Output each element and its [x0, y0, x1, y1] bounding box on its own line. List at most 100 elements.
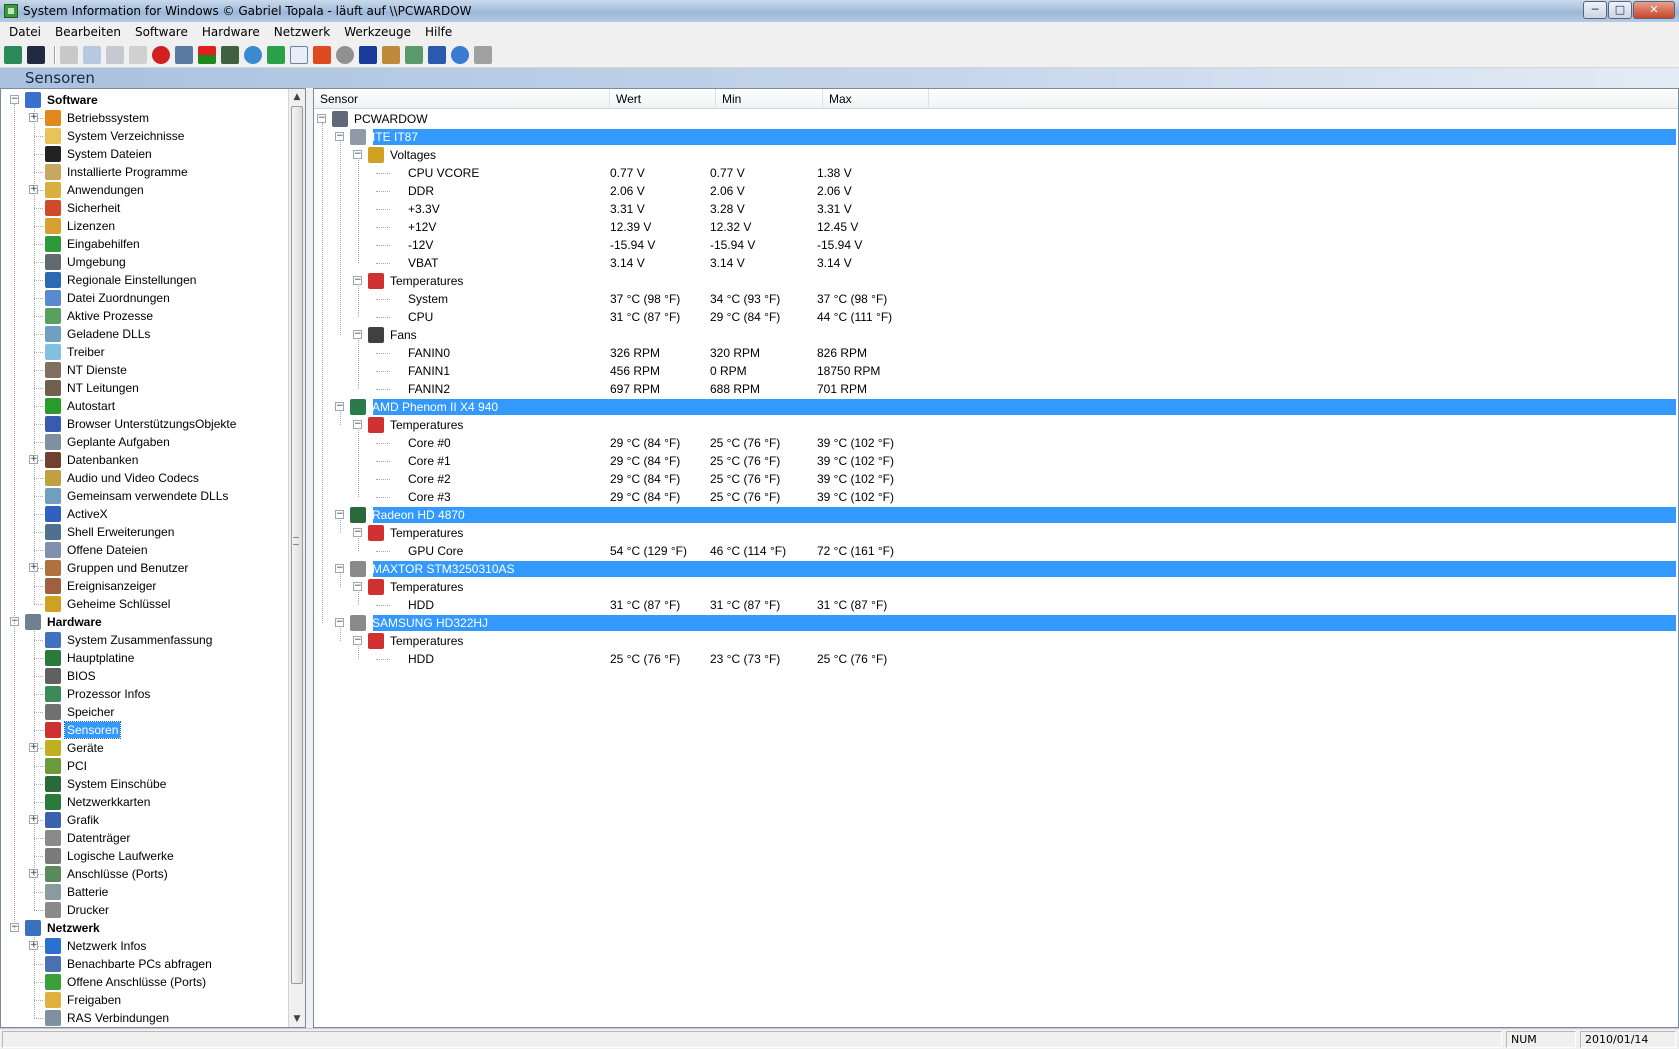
menu-werkzeuge[interactable]: Werkzeuge [337, 22, 418, 42]
tree-item-netzwerkkarten[interactable]: Netzwerkkarten [1, 793, 289, 811]
tree-item-anschlüsse-ports[interactable]: + Anschlüsse (Ports) [1, 865, 289, 883]
sensor-row-core-1[interactable]: Core #1 29 °C (84 °F) 25 °C (76 °F) 39 °C (… [314, 452, 1678, 470]
menu-software[interactable]: Software [128, 22, 195, 42]
sensor-row-vbat[interactable]: VBAT 3.14 V 3.14 V 3.14 V [314, 254, 1678, 272]
tree-group-hardware[interactable]: − Hardware [1, 613, 289, 631]
device-row-samsung-hd322hj[interactable]: − SAMSUNG HD322HJ [314, 614, 1678, 632]
menu-hilfe[interactable]: Hilfe [418, 22, 459, 42]
sensor-row-12v[interactable]: +12V 12.39 V 12.32 V 12.45 V [314, 218, 1678, 236]
column-min[interactable]: Min [716, 89, 823, 109]
navigation-tree[interactable]: − Software + Betriebssystem System Verzeichn… [0, 88, 306, 1028]
save-icon[interactable] [27, 45, 45, 64]
collapse-icon[interactable]: − [353, 582, 362, 591]
document-icon[interactable] [290, 45, 308, 64]
tree-item-autostart[interactable]: Autostart [1, 397, 289, 415]
sensor-list[interactable]: Sensor Wert Min Max − PCWARDOW − ITE IT87 − V… [313, 88, 1679, 1028]
navigation-scrollbar[interactable]: ▲ ▼ [288, 89, 305, 1027]
tree-item-system-zusammenfassung[interactable]: System Zusammenfassung [1, 631, 289, 649]
device-row-radeon-hd-4870[interactable]: − Radeon HD 4870 [314, 506, 1678, 524]
sensor-row-core-0[interactable]: Core #0 29 °C (84 °F) 25 °C (76 °F) 39 °C (… [314, 434, 1678, 452]
tree-item-speicher[interactable]: Speicher [1, 703, 289, 721]
sensor-node-temperatures[interactable]: − Temperatures [314, 524, 1678, 542]
collapse-icon[interactable]: − [335, 618, 344, 627]
tree-item-geheime-schlüssel[interactable]: Geheime Schlüssel [1, 595, 289, 613]
tree-item-betriebssystem[interactable]: + Betriebssystem [1, 109, 289, 127]
sensor-row-12v[interactable]: -12V -15.94 V -15.94 V -15.94 V [314, 236, 1678, 254]
menu-datei[interactable]: Datei [2, 22, 48, 42]
tree-group-netzwerk[interactable]: − Netzwerk [1, 919, 289, 937]
sensor-row-hdd[interactable]: HDD 31 °C (87 °F) 31 °C (87 °F) 31 °C (87 °… [314, 596, 1678, 614]
scroll-up-arrow-icon[interactable]: ▲ [289, 89, 305, 105]
disc-icon[interactable] [336, 45, 354, 64]
collapse-icon[interactable]: − [335, 132, 344, 141]
tree-item-gruppen-und-benutzer[interactable]: + Gruppen und Benutzer [1, 559, 289, 577]
tree-item-freigaben[interactable]: Freigaben [1, 991, 289, 1009]
column-max[interactable]: Max [823, 89, 929, 109]
globe-icon[interactable] [244, 45, 262, 64]
scroll-down-arrow-icon[interactable]: ▼ [289, 1011, 305, 1027]
sensor-node-temperatures[interactable]: − Temperatures [314, 632, 1678, 650]
sensor-row-fanin1[interactable]: FANIN1 456 RPM 0 RPM 18750 RPM [314, 362, 1678, 380]
tree-item-nt-dienste[interactable]: NT Dienste [1, 361, 289, 379]
sensor-row-hdd[interactable]: HDD 25 °C (76 °F) 23 °C (73 °F) 25 °C (76 °… [314, 650, 1678, 668]
stop-icon[interactable] [152, 45, 170, 64]
tree-item-activex[interactable]: ActiveX [1, 505, 289, 523]
calculator-icon[interactable] [382, 45, 400, 64]
column-sensor[interactable]: Sensor [314, 89, 610, 109]
sensor-row-cpu-vcore[interactable]: CPU VCORE 0.77 V 0.77 V 1.38 V [314, 164, 1678, 182]
timer-icon[interactable] [313, 45, 331, 64]
exit-icon[interactable] [474, 45, 492, 64]
menu-hardware[interactable]: Hardware [195, 22, 267, 42]
tree-item-regionale-einstellungen[interactable]: Regionale Einstellungen [1, 271, 289, 289]
tree-item-drucker[interactable]: Drucker [1, 901, 289, 919]
cut-icon[interactable] [60, 45, 78, 64]
sensor-node-temperatures[interactable]: − Temperatures [314, 578, 1678, 596]
sensor-row-fanin2[interactable]: FANIN2 697 RPM 688 RPM 701 RPM [314, 380, 1678, 398]
report-icon[interactable] [4, 45, 22, 64]
chat-icon[interactable] [175, 45, 193, 64]
copy-icon[interactable] [83, 45, 101, 64]
device-row-maxtor-stm3250310as[interactable]: − MAXTOR STM3250310AS [314, 560, 1678, 578]
tree-item-geräte[interactable]: + Geräte [1, 739, 289, 757]
device-row-ite-it87[interactable]: − ITE IT87 [314, 128, 1678, 146]
color-icon[interactable] [198, 45, 216, 64]
update-icon[interactable] [428, 45, 446, 64]
collapse-icon[interactable]: − [335, 564, 344, 573]
minimize-button[interactable]: ─ [1583, 1, 1607, 19]
tree-item-offene-dateien[interactable]: Offene Dateien [1, 541, 289, 559]
collapse-icon[interactable]: − [353, 276, 362, 285]
tree-item-treiber[interactable]: Treiber [1, 343, 289, 361]
sensor-row-ddr[interactable]: DDR 2.06 V 2.06 V 2.06 V [314, 182, 1678, 200]
tree-group-software[interactable]: − Software [1, 91, 289, 109]
tree-item-offene-anschlüsse-ports[interactable]: Offene Anschlüsse (Ports) [1, 973, 289, 991]
sensor-row-gpu-core[interactable]: GPU Core 54 °C (129 °F) 46 °C (114 °F) 72 °… [314, 542, 1678, 560]
collapse-icon[interactable]: − [353, 420, 362, 429]
tree-item-umgebung[interactable]: Umgebung [1, 253, 289, 271]
tree-item-geladene-dlls[interactable]: Geladene DLLs [1, 325, 289, 343]
tree-item-gemeinsam-verwendete-dlls[interactable]: Gemeinsam verwendete DLLs [1, 487, 289, 505]
scrollbar-thumb[interactable] [291, 106, 303, 984]
tree-item-batterie[interactable]: Batterie [1, 883, 289, 901]
shield-icon[interactable] [359, 45, 377, 64]
tree-item-netzwerk-infos[interactable]: + Netzwerk Infos [1, 937, 289, 955]
tree-item-eingabehilfen[interactable]: Eingabehilfen [1, 235, 289, 253]
sensor-row-fanin0[interactable]: FANIN0 326 RPM 320 RPM 826 RPM [314, 344, 1678, 362]
sensor-node-temperatures[interactable]: − Temperatures [314, 272, 1678, 290]
help-icon[interactable] [451, 45, 469, 64]
sensor-row-core-2[interactable]: Core #2 29 °C (84 °F) 25 °C (76 °F) 39 °C (… [314, 470, 1678, 488]
tree-item-aktive-prozesse[interactable]: Aktive Prozesse [1, 307, 289, 325]
paste-icon[interactable] [106, 45, 124, 64]
tree-item-logische-laufwerke[interactable]: Logische Laufwerke [1, 847, 289, 865]
collapse-icon[interactable]: − [353, 636, 362, 645]
tree-item-nt-leitungen[interactable]: NT Leitungen [1, 379, 289, 397]
tree-item-ereignisanzeiger[interactable]: Ereignisanzeiger [1, 577, 289, 595]
sync-icon[interactable] [267, 45, 285, 64]
sensor-row-3-3v[interactable]: +3.3V 3.31 V 3.28 V 3.31 V [314, 200, 1678, 218]
collapse-icon[interactable]: − [335, 402, 344, 411]
sensor-node-fans[interactable]: − Fans [314, 326, 1678, 344]
tree-item-system-dateien[interactable]: System Dateien [1, 145, 289, 163]
network-icon[interactable] [405, 45, 423, 64]
tree-item-shell-erweiterungen[interactable]: Shell Erweiterungen [1, 523, 289, 541]
collapse-icon[interactable]: − [353, 330, 362, 339]
tree-item-system-einschübe[interactable]: System Einschübe [1, 775, 289, 793]
